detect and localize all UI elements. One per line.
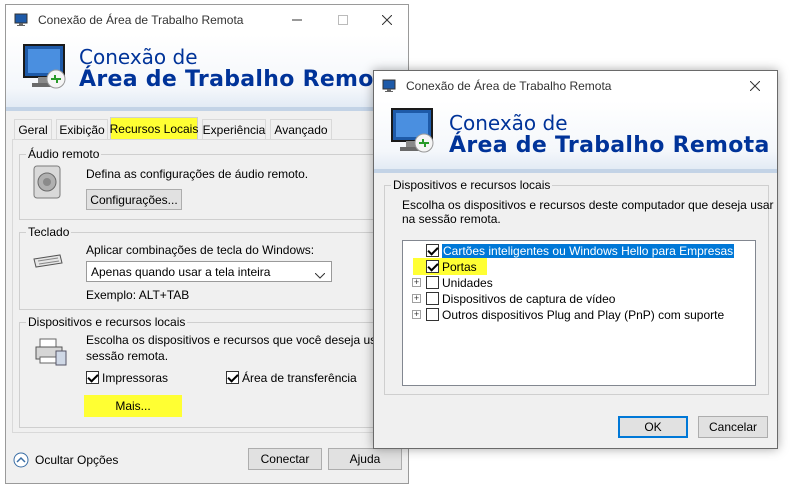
keyboard-description: Aplicar combinações de tecla do Windows: bbox=[86, 243, 315, 257]
speaker-icon bbox=[32, 165, 62, 202]
clipboard-label: Área de transferência bbox=[242, 371, 357, 385]
dialog-banner-line2: Área de Trabalho Remota bbox=[449, 133, 770, 158]
video-capture-label: Dispositivos de captura de vídeo bbox=[442, 292, 616, 306]
close-icon[interactable] bbox=[732, 71, 778, 101]
ok-button[interactable]: OK bbox=[618, 416, 688, 438]
rdp-app-icon bbox=[382, 79, 398, 93]
devices-tree[interactable]: Cartões inteligentes ou Windows Hello pa… bbox=[402, 240, 756, 386]
expand-plus-icon[interactable]: + bbox=[412, 294, 421, 303]
expand-plus-icon[interactable]: + bbox=[412, 310, 421, 319]
banner-band bbox=[6, 107, 408, 111]
audio-settings-button[interactable]: Configurações... bbox=[86, 189, 182, 210]
pnp-label: Outros dispositivos Plug and Play (PnP) … bbox=[442, 308, 725, 322]
hide-options-link[interactable]: Ocultar Opções bbox=[35, 453, 118, 467]
devices-description-line2: sessão remota. bbox=[86, 349, 169, 363]
devices-dialog: Conexão de Área de Trabalho Remota Conex… bbox=[373, 70, 778, 449]
dialog-devices-group: Dispositivos e recursos locais Escolha o… bbox=[384, 178, 774, 395]
ports-label: Portas bbox=[442, 260, 477, 274]
maximize-icon[interactable] bbox=[320, 5, 366, 35]
tab-strip: Geral Exibição Recursos Locais Experiênc… bbox=[12, 117, 404, 141]
remote-desktop-monitor-icon bbox=[388, 107, 438, 160]
cancel-button[interactable]: Cancelar bbox=[698, 416, 768, 438]
tab-advanced[interactable]: Avançado bbox=[270, 119, 332, 139]
keyboard-combo-select[interactable]: Apenas quando usar a tela inteira bbox=[86, 261, 332, 282]
rdp-app-icon bbox=[14, 13, 30, 27]
tab-display[interactable]: Exibição bbox=[56, 119, 108, 139]
tree-item-smart-cards[interactable]: Cartões inteligentes ou Windows Hello pa… bbox=[403, 243, 755, 259]
tab-experience[interactable]: Experiência bbox=[202, 119, 266, 139]
tree-item-pnp-devices[interactable]: + Outros dispositivos Plug and Play (PnP… bbox=[403, 307, 755, 323]
dialog-description-line1: Escolha os dispositivos e recursos deste… bbox=[402, 198, 774, 212]
connect-button[interactable]: Conectar bbox=[248, 448, 322, 470]
pnp-checkbox[interactable] bbox=[426, 308, 439, 321]
window-title: Conexão de Área de Trabalho Remota bbox=[38, 13, 244, 27]
dialog-description-line2: na sessão remota. bbox=[402, 212, 501, 226]
tree-item-drives[interactable]: + Unidades bbox=[403, 275, 755, 291]
devices-description-line1: Escolha os dispositivos e recursos que v… bbox=[86, 333, 404, 347]
tree-item-video-capture[interactable]: + Dispositivos de captura de vídeo bbox=[403, 291, 755, 307]
devices-group: Dispositivos e recursos locais Escolha o… bbox=[19, 315, 404, 428]
dialog-banner: Conexão de Área de Trabalho Remota bbox=[374, 101, 777, 173]
keyboard-icon bbox=[32, 253, 64, 272]
tab-general[interactable]: Geral bbox=[14, 119, 52, 139]
banner-band bbox=[374, 169, 777, 173]
keyboard-group: Teclado Aplicar combinações de tecla do … bbox=[19, 225, 397, 310]
close-icon[interactable] bbox=[364, 5, 410, 35]
help-button[interactable]: Ajuda bbox=[328, 448, 402, 470]
banner-title-line2: Área de Trabalho Remota bbox=[79, 67, 400, 92]
more-button[interactable]: Mais... bbox=[88, 397, 178, 415]
printers-checkbox[interactable] bbox=[86, 371, 99, 384]
ports-checkbox[interactable] bbox=[426, 260, 439, 273]
drives-checkbox[interactable] bbox=[426, 276, 439, 289]
banner: Conexão de Área de Trabalho Remota bbox=[6, 35, 408, 111]
printers-label: Impressoras bbox=[102, 371, 169, 385]
collapse-options-icon[interactable] bbox=[13, 452, 29, 471]
title-bar[interactable]: Conexão de Área de Trabalho Remota bbox=[6, 5, 408, 35]
audio-description: Defina as configurações de áudio remoto. bbox=[86, 167, 309, 181]
audio-group-label: Áudio remoto bbox=[26, 147, 102, 161]
dialog-group-label: Dispositivos e recursos locais bbox=[391, 178, 553, 192]
dialog-banner-line1: Conexão de bbox=[449, 111, 568, 135]
keyboard-group-label: Teclado bbox=[26, 225, 72, 239]
keyboard-combo-value: Apenas quando usar a tela inteira bbox=[91, 265, 271, 279]
banner-title-line1: Conexão de bbox=[79, 45, 198, 69]
audio-group: Áudio remoto Defina as configurações de … bbox=[19, 147, 397, 220]
devices-group-label: Dispositivos e recursos locais bbox=[26, 315, 188, 329]
dialog-title-bar[interactable]: Conexão de Área de Trabalho Remota bbox=[374, 71, 777, 101]
tab-local-resources[interactable]: Recursos Locais bbox=[110, 117, 198, 139]
smart-cards-checkbox[interactable] bbox=[426, 244, 439, 257]
drives-label: Unidades bbox=[442, 276, 493, 290]
smart-cards-label: Cartões inteligentes ou Windows Hello pa… bbox=[442, 244, 735, 258]
tree-item-ports[interactable]: Portas bbox=[403, 258, 755, 275]
dialog-title: Conexão de Área de Trabalho Remota bbox=[406, 79, 612, 93]
video-capture-checkbox[interactable] bbox=[426, 292, 439, 305]
rdp-main-window: Conexão de Área de Trabalho Remota Conex… bbox=[5, 4, 409, 484]
clipboard-checkbox[interactable] bbox=[226, 371, 239, 384]
minimize-icon[interactable] bbox=[274, 5, 320, 35]
tab-panel: Áudio remoto Defina as configurações de … bbox=[12, 139, 404, 433]
keyboard-example: Exemplo: ALT+TAB bbox=[86, 288, 190, 302]
remote-desktop-monitor-icon bbox=[20, 43, 70, 96]
printer-device-icon bbox=[34, 337, 68, 370]
expand-plus-icon[interactable]: + bbox=[412, 278, 421, 287]
chevron-down-icon bbox=[314, 268, 326, 282]
